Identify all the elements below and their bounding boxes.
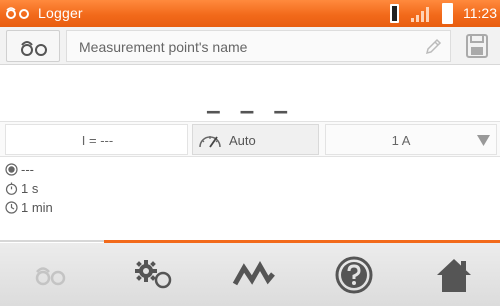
toolbar-help-button[interactable]: [304, 243, 404, 306]
toolbar-home-button[interactable]: [404, 243, 500, 306]
range-select[interactable]: 1 A: [325, 124, 497, 155]
dropdown-icon: [477, 135, 490, 146]
record-icon: [5, 163, 18, 176]
logger-info: --- 1 s 1 min: [5, 160, 53, 217]
toolbar-waveform-button[interactable]: [204, 243, 304, 306]
range-value: 1 A: [391, 133, 411, 148]
battery-icon: [442, 3, 453, 24]
logger-button[interactable]: [6, 30, 60, 62]
current-readout: I = ---: [5, 124, 188, 155]
bottom-toolbar: [0, 243, 500, 306]
measurement-point-row: Measurement point's name: [0, 27, 500, 65]
signal-strength-icon: [411, 7, 429, 22]
help-icon: [335, 256, 373, 293]
save-button[interactable]: [458, 30, 496, 62]
waveform-icon: [232, 260, 275, 285]
measurement-display: – – –: [0, 65, 500, 125]
current-value: I = ---: [81, 133, 114, 148]
logger-icon: [35, 266, 66, 285]
home-icon: [437, 258, 471, 292]
record-status-line: ---: [5, 160, 53, 179]
settings-icon: [135, 259, 172, 288]
interval-value: 1 s: [21, 181, 39, 196]
parameter-row: I = --- Auto 1 A: [0, 121, 500, 157]
toolbar-logger-button[interactable]: [0, 243, 100, 306]
measurement-mode-button[interactable]: Auto: [192, 124, 319, 155]
save-icon: [466, 34, 488, 58]
logger-icon: [21, 41, 47, 56]
app-title: Logger: [38, 5, 83, 21]
clock: 11:23: [463, 5, 497, 21]
record-status: ---: [21, 162, 34, 177]
status-bar: Logger 11:23: [0, 0, 500, 27]
toolbar-settings-button[interactable]: [104, 243, 204, 306]
tab-divider: [0, 240, 104, 242]
gauge-icon: [199, 136, 221, 148]
probe-battery-icon: [390, 4, 399, 23]
duration-value: 1 min: [21, 200, 53, 215]
name-field-text: Measurement point's name: [79, 39, 248, 55]
stopwatch-icon: [5, 182, 18, 195]
interval-line: 1 s: [5, 179, 53, 198]
pencil-icon[interactable]: [424, 38, 442, 56]
clock-icon: [5, 201, 18, 214]
measurement-mode-label: Auto: [229, 133, 256, 148]
measurement-point-name-field[interactable]: Measurement point's name: [66, 30, 451, 62]
duration-line: 1 min: [5, 198, 53, 217]
logger-icon: [6, 7, 29, 19]
